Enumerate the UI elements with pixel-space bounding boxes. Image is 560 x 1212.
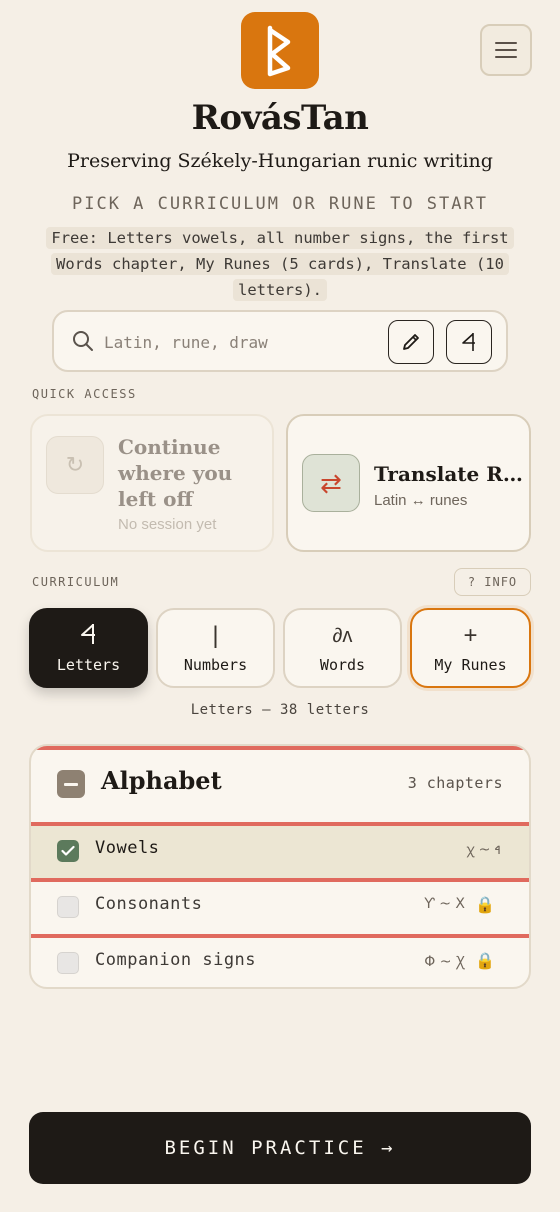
app-subtitle: Preserving Székely-Hungarian runic writi… [67,150,493,172]
search-input[interactable] [104,328,374,356]
lock-icon: 🔒 [475,953,495,970]
hamburger-menu-icon [495,42,517,44]
tab-letters[interactable]: Letters [29,608,148,688]
rune-keyboard-button[interactable] [446,320,492,364]
pick-instruction: PICK A CURRICULUM OR RUNE TO START [72,194,488,214]
chapter-consonants[interactable]: Consonants Ƴ ~ X 🔒 [31,878,529,934]
menu-button[interactable] [480,24,532,76]
rune-range: ꭓ ~ 𐳀 [466,842,501,858]
continue-title: Continue where you left off [118,435,233,511]
alphabet-title: Alphabet [101,766,222,795]
collapse-icon[interactable] [57,770,85,798]
checkbox-empty-icon[interactable] [57,952,79,974]
lock-icon: 🔒 [475,897,495,914]
checkbox-checked-icon[interactable] [57,840,79,862]
free-tier-note: Free: Letters vowels, all number signs, … [40,225,520,303]
curriculum-label: CURRICULUM [32,575,120,589]
pencil-icon [403,334,419,350]
plus-icon: + [463,622,478,649]
translate-subtitle: Latin ↔ runes [374,492,468,509]
translate-title: Translate Runes [374,462,524,486]
tab-words[interactable]: ∂ʌ Words [283,608,402,688]
alphabet-panel: Alphabet 3 chapters Vowels ꭓ ~ 𐳀 Consona… [29,744,531,989]
chapter-vowels[interactable]: Vowels ꭓ ~ 𐳀 [31,822,529,878]
refresh-icon: ↻ [46,436,104,494]
swap-arrows-icon: ⇄ [302,454,360,512]
rune-logo-icon [267,25,291,76]
chapter-companion-signs[interactable]: Companion signs Φ ~ Ꭓ 🔒 [31,934,529,987]
translate-runes-card[interactable]: ⇄ Translate Runes Latin ↔ runes [286,414,531,552]
continue-session-card[interactable]: ↻ Continue where you left off No session… [30,414,274,552]
tab-my-runes[interactable]: + My Runes [410,608,531,688]
draw-button[interactable] [388,320,434,364]
search-icon [73,331,93,351]
continue-subtitle: No session yet [118,516,217,533]
quick-access-label: QUICK ACCESS [32,387,137,401]
checkbox-empty-icon[interactable] [57,896,79,918]
search-bar [52,310,508,372]
app-logo [241,12,319,89]
rune-glyph-icon [462,333,475,351]
rune-range: Ƴ ~ X [424,896,465,912]
info-button[interactable]: ? INFO [454,568,531,596]
begin-practice-button[interactable]: BEGIN PRACTICE → [29,1112,531,1184]
alphabet-header[interactable]: Alphabet 3 chapters [31,746,529,824]
curriculum-caption: Letters — 38 letters [190,702,370,718]
words-rune-icon: ∂ʌ [332,625,353,647]
tab-numbers[interactable]: | Numbers [156,608,275,688]
rune-range: Φ ~ Ꭓ [424,954,465,970]
letters-rune-icon [79,622,99,652]
numbers-rune-icon: | [212,622,219,649]
chapter-count: 3 chapters [407,774,503,792]
app-title: RovásTan [191,98,369,138]
